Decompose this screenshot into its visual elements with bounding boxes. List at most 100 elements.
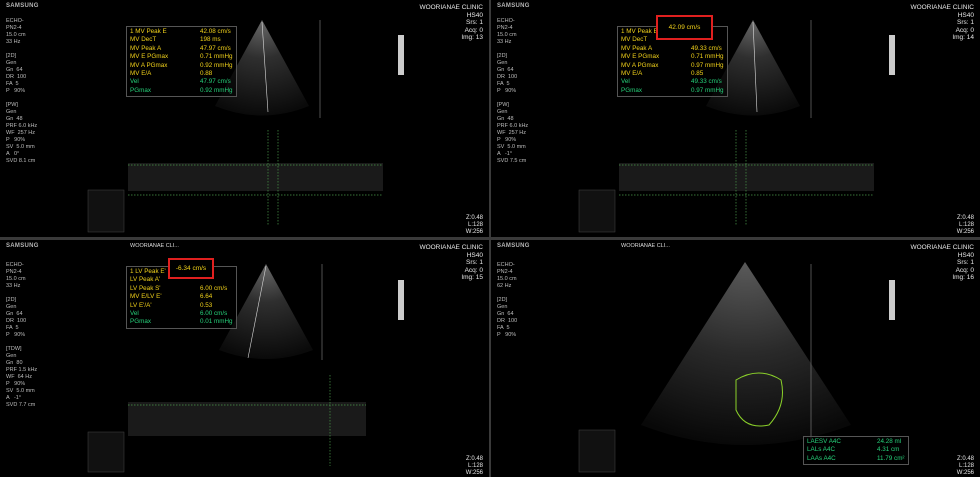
measurement-label: PGmax [130, 318, 151, 326]
level-value: L:128 [958, 222, 974, 228]
measurement-row: PGmax 0.01 mmHg [130, 318, 233, 326]
measurement-value: 6.64 [200, 293, 213, 301]
window-value: W:256 [465, 229, 483, 235]
measurement-row: LAESV A4C 24.28 ml [807, 438, 905, 446]
window-value: W:256 [956, 470, 974, 476]
measurement-label: LAESV A4C [807, 438, 841, 445]
measurement-label: MV E/A [621, 70, 643, 78]
measurement-value: 0.92 mmHg [200, 61, 233, 69]
highlight-box: -6.34 cm/s [168, 258, 214, 279]
zoom-level-window: Z:0.48 L:128 W:256 [466, 456, 483, 477]
zoom-level-window: Z:0.48 L:128 W:256 [957, 456, 974, 477]
measurement-value: 24.28 ml [877, 438, 902, 445]
measurement-row: Vel 6.00 cm/s [130, 310, 233, 318]
measurement-box: LAESV A4C 24.28 ml LALs A4C 4.31 cm LAAs A4C… [803, 436, 909, 466]
highlight-box: 42.09 cm/s [656, 15, 713, 40]
measurement-value: 0.85 [691, 70, 704, 78]
measurement-row: MV A PGmax 0.97 mmHg [621, 62, 724, 70]
measurement-label: MV DecT [130, 36, 157, 44]
ultrasound-image [87, 20, 404, 233]
measurement-row: MV E/A 0.85 [621, 70, 724, 78]
measurement-label: MV E PGmax [130, 53, 169, 61]
measurement-label: MV A PGmax [130, 61, 168, 69]
zoom-level-window: Z:0.48 L:128 W:256 [466, 215, 483, 236]
measurement-value: 42.08 cm/s [200, 28, 231, 35]
measurement-label: MV E PGmax [621, 53, 660, 61]
measurement-value: 6.00 cm/s [200, 284, 228, 292]
echo-panel-a4c: SAMSUNG WOORIANAE CLINIC HS40 Srs: 1 Acq… [491, 240, 980, 477]
measurement-value: 11.79 cm² [877, 454, 905, 462]
measurement-value: 0.01 mmHg [200, 318, 233, 326]
measurement-row: Vel 47.97 cm/s [130, 78, 233, 86]
measurement-box: 1 MV Peak E 42.08 cm/s MV DecT 198 ms MV Pea… [126, 26, 237, 98]
window-value: W:256 [956, 229, 974, 235]
measurement-value: 0.88 [200, 70, 213, 78]
measurement-label: Vel [621, 78, 630, 86]
level-value: L:128 [467, 222, 483, 228]
measurement-row: MV A PGmax 0.92 mmHg [130, 62, 233, 70]
measurement-row: MV Peak A 49.33 cm/s [621, 45, 724, 53]
measurement-label: Vel [130, 310, 139, 318]
measurement-label: LAAs A4C [807, 454, 836, 462]
measurement-value: 0.92 mmHg [200, 86, 233, 94]
doppler-trace [619, 163, 874, 191]
measurement-row: MV E/A 0.88 [130, 70, 233, 78]
measurement-value: 0.97 mmHg [691, 61, 724, 69]
level-value: L:128 [467, 463, 483, 469]
echo-panel-tdw: SAMSUNG WOORIANAE CLINIC HS40 Srs: 1 Acq… [0, 240, 489, 477]
echo-panel-mv-pw-2: SAMSUNG WOORIANAE CLINIC HS40 Srs: 1 Acq… [491, 0, 980, 237]
measurement-label: 1 MV Peak E [130, 28, 167, 35]
grayscale-bar [398, 35, 404, 75]
measurement-label: MV E/LV E' [130, 293, 162, 301]
thumbnail-preview [578, 429, 616, 473]
ultrasound-image [87, 264, 404, 473]
measurement-value: 49.33 cm/s [691, 78, 722, 86]
doppler-trace [128, 163, 383, 191]
measurement-row: MV E/LV E' 6.64 [130, 293, 233, 301]
measurement-value: 47.97 cm/s [200, 44, 231, 52]
measurement-label: MV Peak A [621, 44, 653, 52]
zoom-value: Z:0.48 [465, 456, 483, 462]
measurement-value: 198 ms [200, 36, 221, 44]
measurement-value: 0.71 mmHg [200, 53, 233, 61]
measurement-row: LV Peak S' 6.00 cm/s [130, 285, 233, 293]
zoom-value: Z:0.48 [956, 456, 974, 462]
measurement-row: PGmax 0.92 mmHg [130, 87, 233, 95]
measurement-row: MV E PGmax 0.71 mmHg [621, 53, 724, 61]
doppler-trace [128, 402, 366, 436]
level-value: L:128 [958, 463, 974, 469]
measurement-row: LAAs A4C 11.79 cm² [807, 455, 905, 463]
grayscale-bar [889, 35, 895, 75]
measurement-label: LV Peak S' [130, 284, 161, 292]
ultrasound-image [578, 20, 895, 233]
measurement-row: 1 MV Peak E 42.08 cm/s [130, 28, 233, 36]
grayscale-bar [889, 280, 895, 320]
measurement-label: Vel [130, 78, 139, 86]
measurement-row: MV DecT 198 ms [130, 36, 233, 44]
measurement-row: LALs A4C 4.31 cm [807, 446, 905, 454]
measurement-value: 0.97 mmHg [691, 86, 724, 94]
window-value: W:256 [465, 470, 483, 476]
measurement-label: LALs A4C [807, 446, 836, 454]
grayscale-bar [398, 280, 404, 320]
2d-sector [641, 262, 851, 445]
measurement-value: 0.71 mmHg [691, 53, 724, 61]
measurement-value: 47.97 cm/s [200, 78, 231, 86]
zoom-value: Z:0.48 [956, 215, 974, 221]
zoom-value: Z:0.48 [465, 215, 483, 221]
zoom-level-window: Z:0.48 L:128 W:256 [957, 215, 974, 236]
measurement-label: MV A PGmax [621, 61, 659, 69]
measurement-value: 49.33 cm/s [691, 44, 722, 52]
thumbnail-preview [87, 431, 125, 473]
measurement-row: PGmax 0.97 mmHg [621, 87, 724, 95]
measurement-label: PGmax [621, 86, 642, 94]
measurement-value: 6.00 cm/s [200, 310, 228, 318]
measurement-row: MV E PGmax 0.71 mmHg [130, 53, 233, 61]
measurement-value: 4.31 cm [877, 446, 900, 454]
measurement-label: MV E/A [130, 70, 152, 78]
measurement-row: MV Peak A 47.97 cm/s [130, 45, 233, 53]
measurement-row: Vel 49.33 cm/s [621, 78, 724, 86]
measurement-label: LV E'/A' [130, 301, 152, 309]
measurement-value: 0.53 [200, 301, 213, 309]
measurement-label: PGmax [130, 86, 151, 94]
